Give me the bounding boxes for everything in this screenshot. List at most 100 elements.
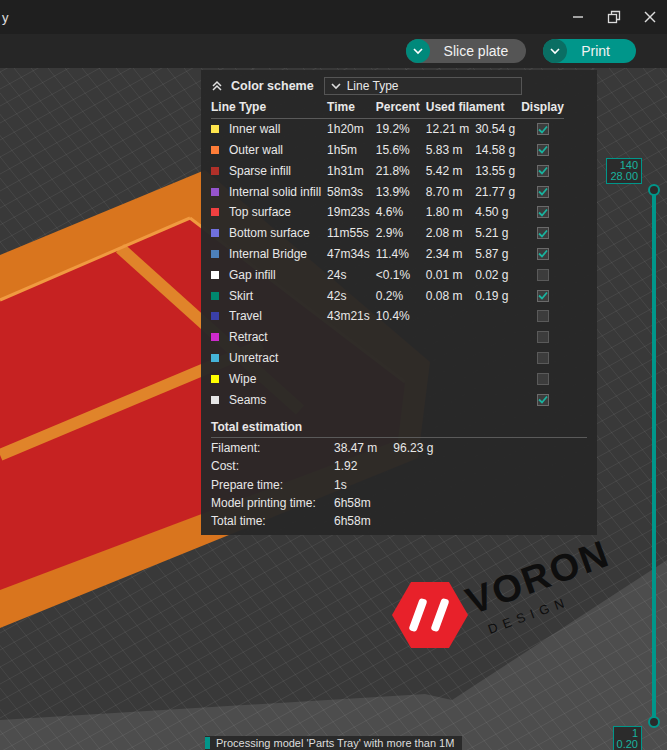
display-checkbox[interactable] (537, 394, 549, 406)
line-type-name: Skirt (229, 289, 321, 303)
line-type-name: Top surface (229, 205, 321, 219)
line-type-name: Unretract (229, 351, 321, 365)
total-value: 38.47 m (334, 441, 377, 455)
line-time: 1h5m (327, 143, 370, 157)
display-checkbox[interactable] (537, 352, 549, 364)
total-value: 1.92 (334, 459, 357, 473)
display-checkbox[interactable] (537, 310, 549, 322)
display-checkbox[interactable] (537, 123, 549, 135)
toolbar: Slice plate Print (0, 34, 667, 68)
layer-thumb[interactable]: 10.20 (648, 716, 660, 728)
legend-header: Color schemeLine Type (211, 75, 587, 97)
line-grams: 5.87 g (475, 247, 515, 261)
line-grams: 30.54 g (475, 122, 515, 136)
print-dropdown[interactable] (543, 39, 567, 63)
line-type-name: Outer wall (229, 143, 321, 157)
layer-slider[interactable]: 14028.00 10.20 (646, 184, 662, 728)
legend-panel: Color schemeLine TypeLine TypeTimePercen… (201, 70, 597, 535)
plate-grid (0, 68, 667, 750)
line-type-name: Internal solid infill (229, 185, 321, 199)
window-title: y (2, 10, 9, 25)
layer-height: 0.20 (617, 739, 638, 750)
collapse-icon[interactable] (211, 80, 223, 92)
total-values: 6h58m (334, 496, 587, 510)
restore-icon[interactable] (607, 10, 621, 24)
line-color-swatch (211, 396, 219, 404)
column-header: Line Type (211, 100, 321, 114)
check-icon[interactable] (538, 229, 548, 238)
line-percent: 11.4% (376, 247, 420, 261)
display-checkbox[interactable] (537, 331, 549, 343)
line-type-name: Inner wall (229, 122, 321, 136)
check-icon[interactable] (538, 208, 548, 217)
minimize-icon[interactable] (571, 10, 585, 24)
line-percent: 15.6% (376, 143, 420, 157)
display-checkbox[interactable] (537, 186, 549, 198)
check-icon[interactable] (538, 291, 548, 300)
line-color-swatch (211, 125, 219, 133)
line-type-name: Gap infill (229, 268, 321, 282)
layer-thumb[interactable]: 14028.00 (648, 184, 660, 196)
total-label: Model printing time: (211, 496, 334, 510)
line-time: 1h31m (327, 164, 370, 178)
line-percent: 19.2% (376, 122, 420, 136)
chevron-down-icon[interactable] (331, 83, 341, 90)
chevron-down-icon[interactable] (413, 48, 423, 55)
check-icon[interactable] (538, 249, 548, 258)
line-meters: 2.34 m (426, 247, 469, 261)
title-bar: y (0, 0, 667, 34)
color-scheme-dropdown[interactable]: Line Type (324, 77, 522, 95)
line-type-name: Retract (229, 330, 321, 344)
line-type-name: Travel (229, 309, 321, 323)
chevron-down-icon[interactable] (550, 48, 560, 55)
line-percent: <0.1% (376, 268, 420, 282)
display-checkbox[interactable] (537, 144, 549, 156)
line-meters: 5.42 m (426, 164, 469, 178)
display-checkbox[interactable] (537, 227, 549, 239)
check-icon[interactable] (538, 395, 548, 404)
total-value: 6h58m (334, 514, 371, 528)
totals-table: Filament:38.47 m96.23 gCost:1.92Prepare … (211, 439, 587, 530)
layer-slider-track (652, 192, 656, 720)
notification-text: Processing model 'Parts Tray' with more … (216, 737, 454, 749)
close-icon[interactable] (643, 10, 657, 24)
line-time: 43m21s (327, 309, 370, 323)
line-meters: 2.08 m (426, 226, 469, 240)
line-percent: 10.4% (376, 309, 420, 323)
check-icon[interactable] (538, 145, 548, 154)
display-checkbox[interactable] (537, 165, 549, 177)
3d-viewport[interactable]: VORON DESIGN Color schemeLine TypeLine T… (0, 68, 667, 750)
line-type-name: Sparse infill (229, 164, 321, 178)
line-color-swatch (211, 146, 219, 154)
print-label: Print (581, 43, 610, 59)
app-window: y Slice platePrint VORON DESIGN Color (0, 0, 667, 750)
display-checkbox[interactable] (537, 373, 549, 385)
line-meters: 0.08 m (426, 289, 469, 303)
line-color-swatch (211, 292, 219, 300)
bed-logo-subtext: DESIGN (486, 593, 572, 636)
line-type-name: Seams (229, 393, 321, 407)
line-meters: 5.83 m (426, 143, 469, 157)
display-checkbox[interactable] (537, 206, 549, 218)
slice-plate-label: Slice plate (444, 43, 509, 59)
line-percent: 0.2% (376, 289, 420, 303)
total-label: Filament: (211, 441, 334, 455)
check-icon[interactable] (538, 125, 548, 134)
line-color-swatch (211, 312, 219, 320)
line-percent: 4.6% (376, 205, 420, 219)
layer-height: 28.00 (610, 171, 638, 182)
total-values: 38.47 m96.23 g (334, 441, 587, 455)
layer-label: 14028.00 (606, 158, 642, 184)
check-icon[interactable] (538, 166, 548, 175)
check-icon[interactable] (538, 187, 548, 196)
line-time: 47m34s (327, 247, 370, 261)
display-checkbox[interactable] (537, 248, 549, 260)
line-color-swatch (211, 167, 219, 175)
print-button[interactable]: Print (543, 39, 636, 63)
display-checkbox[interactable] (537, 269, 549, 281)
display-checkbox[interactable] (537, 290, 549, 302)
layer-number: 140 (610, 160, 638, 171)
slice-dropdown[interactable] (406, 39, 430, 63)
total-values: 1s (334, 478, 587, 492)
slice-plate-button[interactable]: Slice plate (406, 39, 527, 63)
